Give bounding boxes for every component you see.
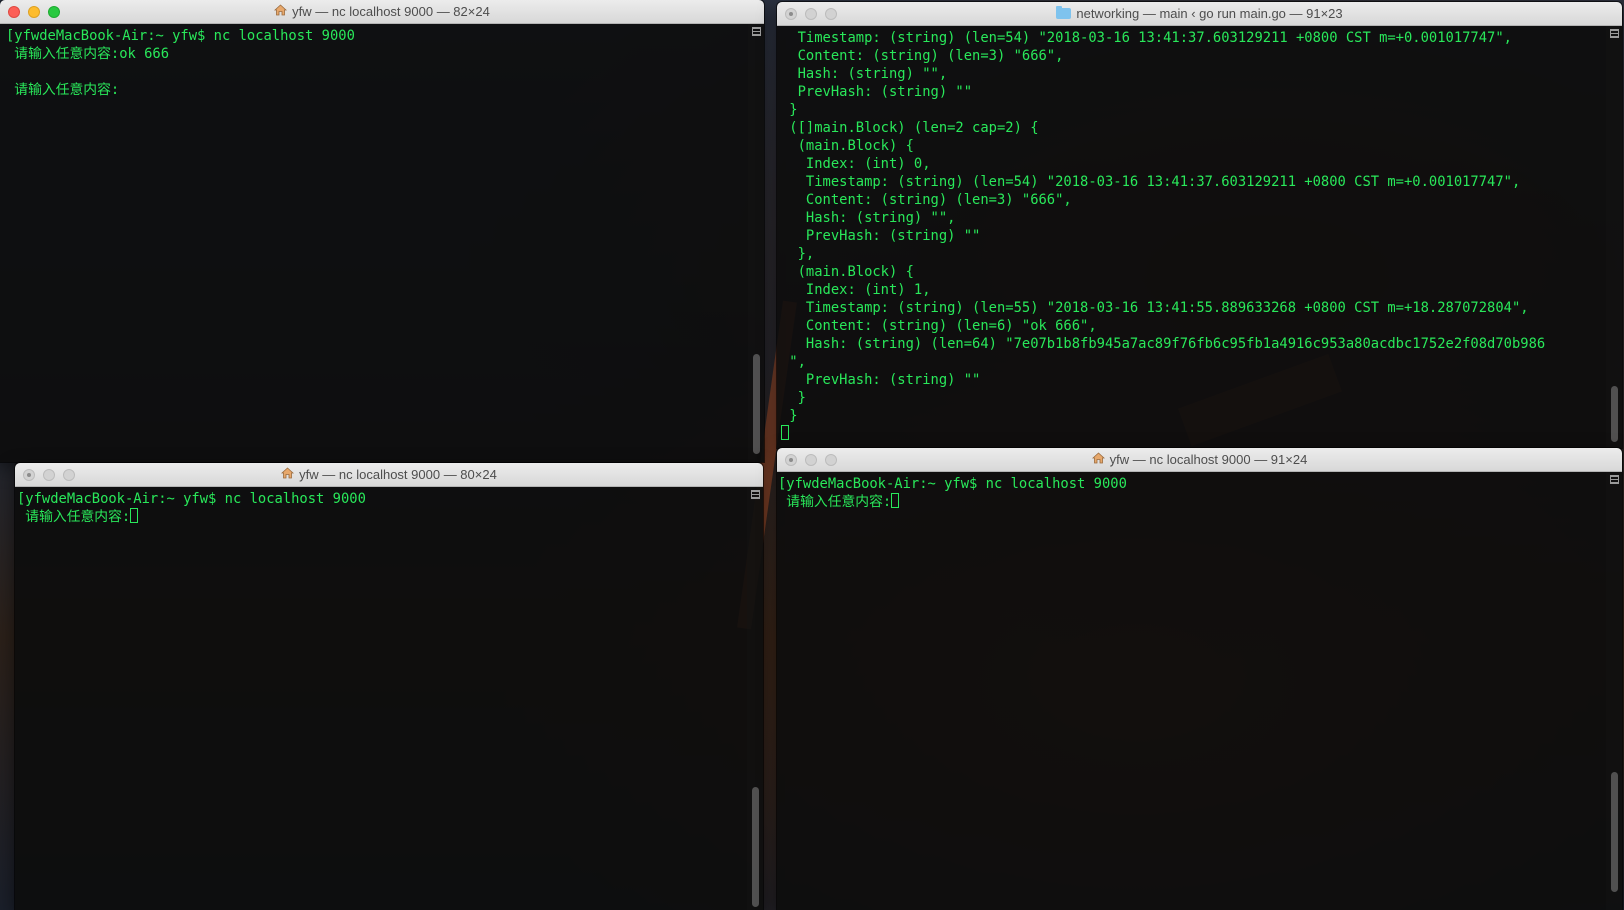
- home-icon: [274, 0, 288, 24]
- terminal-output[interactable]: [yfwdeMacBook-Air:~ yfw$ nc localhost 90…: [778, 475, 1600, 511]
- terminal-line: Timestamp: (string) (len=55) "2018-03-16…: [781, 300, 1529, 316]
- terminal-line: 请输入任意内容:: [778, 494, 892, 510]
- folder-icon: [1056, 6, 1072, 20]
- terminal-line: Content: (string) (len=3) "666",: [781, 48, 1064, 64]
- terminal-line: [yfwdeMacBook-Air:~ yfw$ nc localhost 90…: [6, 28, 355, 44]
- terminal-content[interactable]: [yfwdeMacBook-Air:~ yfw$ nc localhost 90…: [0, 24, 764, 462]
- terminal-line: }: [781, 390, 806, 406]
- terminal-line: Index: (int) 0,: [781, 156, 931, 172]
- split-pane-icon[interactable]: [1610, 475, 1619, 484]
- home-icon: [281, 463, 295, 487]
- terminal-content[interactable]: Timestamp: (string) (len=54) "2018-03-16…: [777, 26, 1622, 448]
- terminal-line: (main.Block) {: [781, 138, 914, 154]
- terminal-line: },: [781, 246, 815, 262]
- window-title: yfw — nc localhost 9000 — 91×24: [777, 448, 1622, 472]
- window-title: networking — main ‹ go run main.go — 91×…: [777, 2, 1622, 26]
- terminal-content[interactable]: [yfwdeMacBook-Air:~ yfw$ nc localhost 90…: [777, 472, 1622, 910]
- home-icon: [1091, 448, 1105, 472]
- terminal-line: Content: (string) (len=3) "666",: [781, 192, 1072, 208]
- scrollbar-thumb[interactable]: [1611, 386, 1618, 442]
- terminal-line: 请输入任意内容:ok 666: [6, 46, 170, 62]
- window-titlebar[interactable]: yfw — nc localhost 9000 — 80×24: [15, 463, 763, 487]
- window-titlebar[interactable]: networking — main ‹ go run main.go — 91×…: [777, 2, 1622, 26]
- terminal-output[interactable]: [yfwdeMacBook-Air:~ yfw$ nc localhost 90…: [6, 27, 742, 99]
- terminal-window-bottom-left[interactable]: yfw — nc localhost 9000 — 80×24 [yfwdeMa…: [15, 463, 763, 910]
- window-titlebar[interactable]: yfw — nc localhost 9000 — 82×24: [0, 0, 764, 24]
- split-pane-icon[interactable]: [752, 27, 761, 36]
- terminal-line: [yfwdeMacBook-Air:~ yfw$ nc localhost 90…: [17, 491, 366, 507]
- terminal-output[interactable]: [yfwdeMacBook-Air:~ yfw$ nc localhost 90…: [17, 490, 741, 526]
- terminal-line: Timestamp: (string) (len=54) "2018-03-16…: [781, 174, 1521, 190]
- split-pane-icon[interactable]: [1610, 29, 1619, 38]
- terminal-line: (main.Block) {: [781, 264, 914, 280]
- terminal-line: Content: (string) (len=6) "ok 666",: [781, 318, 1097, 334]
- terminal-line: 请输入任意内容:: [17, 509, 131, 525]
- terminal-cursor: [891, 493, 900, 508]
- window-title-text: yfw — nc localhost 9000 — 82×24: [292, 4, 490, 19]
- scrollbar-thumb[interactable]: [1611, 772, 1618, 892]
- window-title: yfw — nc localhost 9000 — 80×24: [15, 463, 763, 487]
- scrollbar-thumb[interactable]: [752, 787, 759, 907]
- terminal-window-top-right[interactable]: networking — main ‹ go run main.go — 91×…: [777, 2, 1622, 448]
- window-title-text: yfw — nc localhost 9000 — 80×24: [299, 467, 497, 482]
- terminal-line: Hash: (string) "",: [781, 210, 956, 226]
- scrollbar[interactable]: [747, 487, 763, 910]
- terminal-window-top-left[interactable]: yfw — nc localhost 9000 — 82×24 [yfwdeMa…: [0, 0, 764, 462]
- scrollbar[interactable]: [1606, 26, 1622, 448]
- terminal-line: ",: [781, 354, 806, 370]
- terminal-line: Index: (int) 1,: [781, 282, 931, 298]
- scrollbar[interactable]: [748, 24, 764, 462]
- terminal-line: Timestamp: (string) (len=54) "2018-03-16…: [781, 30, 1512, 46]
- terminal-line: Hash: (string) (len=64) "7e07b1b8fb945a7…: [781, 336, 1546, 352]
- window-title-text: networking — main ‹ go run main.go — 91×…: [1076, 6, 1343, 21]
- terminal-cursor: [130, 508, 139, 523]
- terminal-content[interactable]: [yfwdeMacBook-Air:~ yfw$ nc localhost 90…: [15, 487, 763, 910]
- terminal-line: }: [781, 102, 798, 118]
- split-pane-icon[interactable]: [751, 490, 760, 499]
- terminal-line: PrevHash: (string) "": [781, 84, 973, 100]
- terminal-line: ([]main.Block) (len=2 cap=2) {: [781, 120, 1039, 136]
- scrollbar[interactable]: [1606, 472, 1622, 910]
- terminal-cursor: [781, 425, 789, 440]
- window-title: yfw — nc localhost 9000 — 82×24: [0, 0, 764, 24]
- terminal-line: [yfwdeMacBook-Air:~ yfw$ nc localhost 90…: [778, 476, 1127, 492]
- scrollbar-thumb[interactable]: [753, 354, 760, 454]
- terminal-line: }: [781, 408, 798, 424]
- window-title-text: yfw — nc localhost 9000 — 91×24: [1109, 452, 1308, 467]
- terminal-line: Hash: (string) "",: [781, 66, 948, 82]
- window-titlebar[interactable]: yfw — nc localhost 9000 — 91×24: [777, 448, 1622, 472]
- terminal-line: PrevHash: (string) "": [781, 228, 981, 244]
- terminal-line: 请输入任意内容:: [6, 82, 120, 98]
- terminal-window-bottom-right[interactable]: yfw — nc localhost 9000 — 91×24 [yfwdeMa…: [777, 448, 1622, 910]
- terminal-output[interactable]: Timestamp: (string) (len=54) "2018-03-16…: [781, 29, 1600, 443]
- terminal-line: PrevHash: (string) "": [781, 372, 981, 388]
